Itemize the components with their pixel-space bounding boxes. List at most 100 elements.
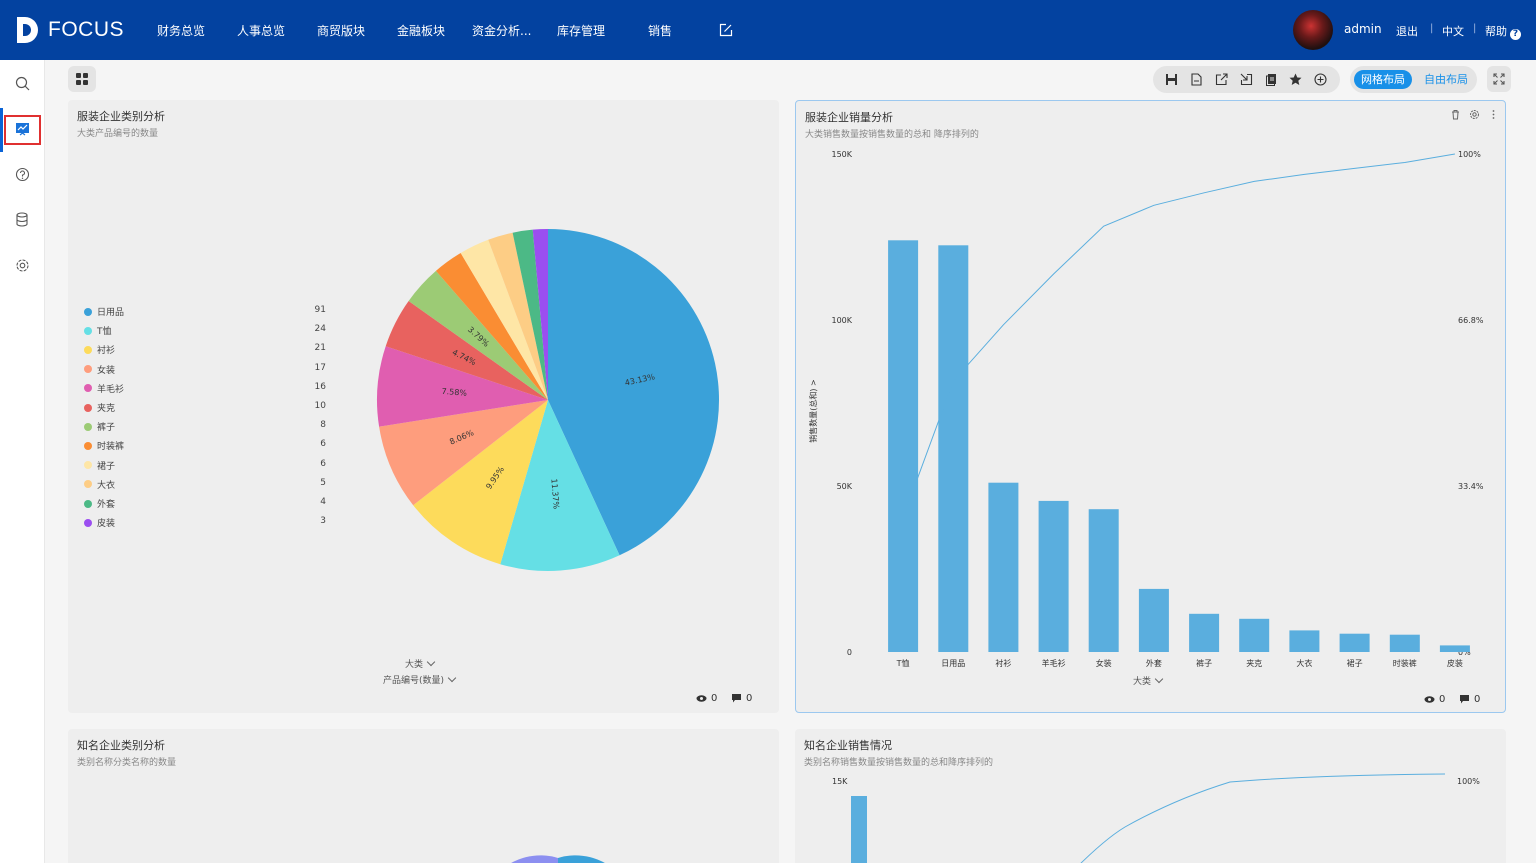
bar[interactable] xyxy=(988,482,1019,652)
layout-toggle: 网格布局 自由布局 xyxy=(1350,66,1477,93)
bar[interactable] xyxy=(851,796,867,863)
edit-icon[interactable] xyxy=(719,23,733,37)
export-pdf-icon[interactable] xyxy=(1190,73,1203,86)
bar[interactable] xyxy=(1138,588,1169,652)
import-icon[interactable] xyxy=(1240,73,1253,86)
focus-logo[interactable]: FOCUS xyxy=(14,14,124,46)
legend-item[interactable]: 大衣 xyxy=(84,478,115,491)
help-link[interactable]: 帮助? xyxy=(1485,23,1521,40)
help-icon: ? xyxy=(1510,29,1521,40)
bar[interactable] xyxy=(1038,500,1069,652)
pareto-chart[interactable]: 0 0%50K 33.4%100K 66.8%150K 100%销售数量(总和) >T恤… xyxy=(796,141,1507,701)
legend-item[interactable]: 夹克 xyxy=(84,401,115,414)
free-layout-button[interactable]: 自由布局 xyxy=(1418,70,1474,89)
pie-chart[interactable]: 43.13%11.37%9.95%8.06%7.58%4.74%3.79% xyxy=(368,220,728,580)
fullscreen-button[interactable] xyxy=(1487,66,1511,92)
bar[interactable] xyxy=(1389,634,1420,652)
legend-value: 16 xyxy=(314,381,326,392)
legend-label: 衬衫 xyxy=(97,346,116,357)
settings-icon[interactable] xyxy=(15,258,30,273)
copy-icon[interactable] xyxy=(1265,73,1278,86)
legend-item[interactable]: 裙子 xyxy=(84,459,115,472)
bar[interactable] xyxy=(1239,618,1270,652)
legend-value: 5 xyxy=(320,477,326,488)
legend-value: 3 xyxy=(320,516,326,527)
bar[interactable] xyxy=(1088,509,1119,652)
sidebar xyxy=(0,60,45,863)
legend-value: 6 xyxy=(320,458,326,469)
card-brand-sales[interactable]: 知名企业销售情况 类别名称销售数量按销售数量的总和降序排列的 15K 100% xyxy=(795,729,1506,863)
legend-item[interactable]: 外套 xyxy=(84,497,115,510)
logo-icon xyxy=(17,17,38,43)
question-icon[interactable] xyxy=(15,167,30,182)
measure-label: 产品编号(数量) xyxy=(383,676,445,686)
language-link[interactable]: 中文 xyxy=(1442,23,1464,39)
legend-value: 24 xyxy=(314,324,326,335)
comment-count[interactable]: 0 xyxy=(731,693,752,704)
bar[interactable] xyxy=(888,240,919,653)
y2-tick-label: 100% xyxy=(1458,150,1481,159)
bar[interactable] xyxy=(938,245,969,653)
legend-item[interactable]: 女装 xyxy=(84,363,115,376)
bar[interactable] xyxy=(1439,645,1470,652)
gear-icon[interactable] xyxy=(1469,109,1480,120)
legend-item[interactable]: 裤子 xyxy=(84,420,115,433)
logout-link[interactable]: 退出 xyxy=(1396,23,1418,39)
y-tick-label: 150K xyxy=(831,150,852,159)
legend-item[interactable]: 皮装 xyxy=(84,516,115,529)
nav-item-finance[interactable]: 财务总览 xyxy=(157,22,205,39)
bar[interactable] xyxy=(1289,630,1320,652)
y-tick-label: 50K xyxy=(837,482,853,491)
card-title: 知名企业销售情况 xyxy=(804,739,892,752)
legend-item[interactable]: 日用品 xyxy=(84,305,124,318)
search-icon[interactable] xyxy=(15,76,30,91)
nav-item-trade[interactable]: 商贸版块 xyxy=(317,22,365,39)
legend-swatch xyxy=(84,499,92,508)
nav-item-hr[interactable]: 人事总览 xyxy=(237,22,285,39)
avatar[interactable] xyxy=(1293,10,1333,50)
pareto-chart-partial: 15K 100% xyxy=(832,773,1480,863)
legend-item[interactable]: 羊毛衫 xyxy=(84,382,124,395)
bar[interactable] xyxy=(1339,633,1370,652)
view-count: 0 xyxy=(696,693,717,704)
legend-label: 裙子 xyxy=(97,461,116,472)
comment-icon xyxy=(732,694,741,703)
legend-swatch xyxy=(84,480,92,489)
more-icon[interactable] xyxy=(1488,109,1499,120)
card-subtitle: 大类销售数量按销售数量的总和 降序排列的 xyxy=(805,130,979,140)
chevron-down-icon xyxy=(426,657,436,667)
card-title: 知名企业类别分析 xyxy=(77,739,165,752)
help-label: 帮助 xyxy=(1485,25,1507,38)
x-axis-label: 大类 xyxy=(1133,677,1152,687)
legend-swatch xyxy=(84,518,92,527)
x-axis-selector[interactable]: 大类 xyxy=(1133,674,1164,687)
add-icon[interactable] xyxy=(1314,73,1327,86)
y-axis-label[interactable]: 销售数量(总和) > xyxy=(808,379,818,443)
dashboard-toolbar xyxy=(1153,66,1340,93)
nav-item-banking[interactable]: 金融板块 xyxy=(397,22,445,39)
grid-menu-button[interactable] xyxy=(68,66,96,92)
legend-item[interactable]: T恤 xyxy=(84,324,112,337)
card-brand-category[interactable]: 知名企业类别分析 类别名称分类名称的数量 xyxy=(68,729,779,863)
legend-item[interactable]: 衬衫 xyxy=(84,343,115,356)
y-tick-label: 0 xyxy=(847,648,852,657)
delete-icon[interactable] xyxy=(1450,109,1461,120)
save-icon[interactable] xyxy=(1165,73,1178,86)
bar[interactable] xyxy=(1189,613,1220,652)
nav-item-sales[interactable]: 销售 xyxy=(648,22,672,39)
grid-layout-button[interactable]: 网格布局 xyxy=(1354,70,1412,89)
card-clothing-category[interactable]: 服装企业类别分析 大类产品编号的数量 日用品 91 T恤 24 衬衫 21 女装 17 羊毛衫 1… xyxy=(68,100,779,713)
x-tick-label: 外套 xyxy=(1146,658,1162,668)
card-clothing-sales[interactable]: 服装企业销量分析 大类销售数量按销售数量的总和 降序排列的 0 0% 50K 33.4… xyxy=(795,100,1506,713)
nav-item-fund-analysis[interactable]: 资金分析... xyxy=(472,22,531,39)
database-icon[interactable] xyxy=(15,212,30,227)
dimension-selector[interactable]: 大类 xyxy=(405,657,436,670)
x-tick-label: 时装裤 xyxy=(1393,658,1417,668)
star-icon[interactable] xyxy=(1289,73,1302,86)
nav-item-inventory[interactable]: 库存管理 xyxy=(557,22,605,39)
username[interactable]: admin xyxy=(1344,22,1382,36)
measure-selector[interactable]: 产品编号(数量) xyxy=(383,673,457,686)
share-icon[interactable] xyxy=(1215,73,1228,86)
legend-item[interactable]: 时装裤 xyxy=(84,439,124,452)
comment-count[interactable]: 0 xyxy=(1459,694,1480,705)
